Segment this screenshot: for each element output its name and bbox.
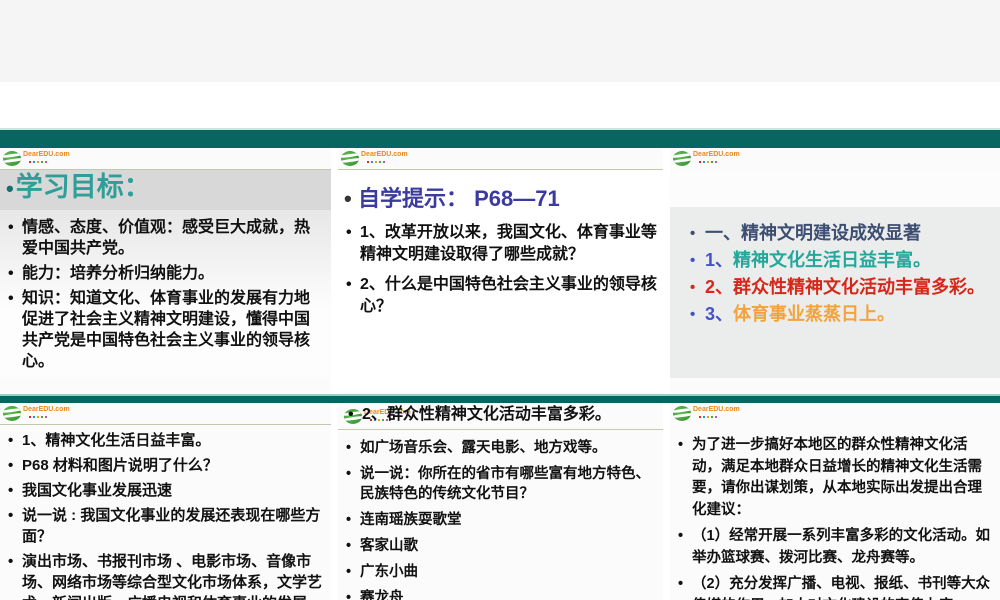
- slide5-bullet: 赛龙舟: [344, 588, 659, 600]
- logo-color-dots-icon: [367, 161, 369, 163]
- column-gap: [331, 403, 338, 600]
- slide-row-1: DearEDU.com 学习目标： 情感、态度、价值观：感受巨大成就，热爱中国共…: [0, 148, 1000, 394]
- slide1-bullet: 情感、态度、价值观：感受巨大成就，热爱中国共产党。: [6, 217, 325, 259]
- dearedu-logo: DearEDU.com: [0, 403, 331, 425]
- dearedu-logo-text: DearEDU.com: [693, 151, 740, 158]
- slide5-bullet: 如广场音乐会、露天电影、地方戏等。: [344, 438, 659, 458]
- top-gray-band: [0, 0, 1000, 82]
- slide3-outline-line: 3、体育事业蒸蒸日上。: [690, 301, 996, 328]
- slide5-bullet: 说一说：你所在的省市有哪些富有地方特色、民族特色的传统文化节目？: [344, 464, 659, 504]
- slide-thumbnail-6[interactable]: DearEDU.com 为了进一步搞好本地区的群众性精神文化活动，满足本地群众日…: [670, 403, 1000, 600]
- logo-color-dots-icon: [699, 416, 701, 418]
- dearedu-globe-icon: [673, 151, 691, 166]
- logo-color-dots-icon: [29, 161, 31, 163]
- slide-thumbnail-4[interactable]: DearEDU.com 1、精神文化生活日益丰富。 P68 材料和图片说明了什么…: [0, 403, 331, 600]
- slide6-bullet: （2）充分发挥广播、电视、报纸、书刊等大众传媒的作用，加大对文化建设的宣传力度。: [676, 574, 996, 600]
- slide2-bullet: 1、改革开放以来，我国文化、体育事业等精神文明建设取得了哪些成就？: [344, 222, 659, 266]
- dearedu-logo: DearEDU.com: [670, 403, 1000, 425]
- dearedu-logo-text: DearEDU.com: [23, 151, 70, 158]
- top-white-band: [0, 82, 1000, 128]
- column-gap: [663, 403, 670, 600]
- slide6-body: 为了进一步搞好本地区的群众性精神文化活动，满足本地群众日益增长的精神文化生活需要…: [670, 425, 1000, 600]
- slide4-bullet: 演出市场、书报刊市场 、电影市场、音像市场、网络市场等综合型文化市场体系，文学艺…: [6, 551, 325, 600]
- slide5-bullet: 广东小曲: [344, 562, 659, 582]
- slide5-bullet: 连南瑶族耍歌堂: [344, 510, 659, 530]
- slide-thumbnail-1[interactable]: DearEDU.com 学习目标： 情感、态度、价值观：感受巨大成就，热爱中国共…: [0, 148, 331, 394]
- column-gap: [331, 148, 338, 394]
- slide-thumbnail-5[interactable]: DearEDU.com 2、群众性精神文化活动丰富多彩。 如广场音乐会、露天电影…: [338, 403, 663, 600]
- dearedu-logo: DearEDU.com: [338, 148, 663, 170]
- column-gap: [663, 148, 670, 394]
- slide2-bullet: 2、什么是中国特色社会主义事业的领导核心？: [344, 274, 659, 318]
- dearedu-logo: DearEDU.com: [670, 148, 1000, 170]
- slide1-body: 情感、态度、价值观：感受巨大成就，热爱中国共产党。 能力：培养分析归纳能力。 知…: [0, 210, 331, 377]
- slide-thumbnail-3[interactable]: DearEDU.com 一、精神文明建设成效显著 1、精神文化生活日益丰富。 2…: [670, 148, 1000, 394]
- slide2-title: 自学提示： P68—71: [344, 186, 659, 212]
- slide2-body: 自学提示： P68—71 1、改革开放以来，我国文化、体育事业等精神文明建设取得…: [338, 170, 663, 393]
- slide6-bullet: （1）经常开展一系列丰富多彩的文化活动。如举办篮球赛、拨河比赛、龙舟赛等。: [676, 526, 996, 569]
- dearedu-logo-text: DearEDU.com: [23, 406, 70, 413]
- dearedu-globe-icon: [341, 151, 359, 166]
- dearedu-globe-icon: [673, 406, 691, 421]
- slide4-bullet: 我国文化事业发展迅速: [6, 480, 325, 501]
- slide3-outline-box: 一、精神文明建设成效显著 1、精神文化生活日益丰富。 2、群众性精神文化活动丰富…: [670, 207, 1000, 378]
- slide3-outline-line: 1、精神文化生活日益丰富。: [690, 247, 996, 274]
- dearedu-logo-text: DearEDU.com: [361, 151, 408, 158]
- slide1-bullet: 能力：培养分析归纳能力。: [6, 263, 325, 284]
- slide4-body: 1、精神文化生活日益丰富。 P68 材料和图片说明了什么？ 我国文化事业发展迅速…: [0, 425, 331, 600]
- slide-thumbnail-2[interactable]: DearEDU.com 自学提示： P68—71 1、改革开放以来，我国文化、体…: [338, 148, 663, 394]
- slide3-outline-line: 一、精神文明建设成效显著: [690, 220, 996, 247]
- slide1-bullet: 知识：知道文化、体育事业的发展有力地促进了社会主义精神文明建设，懂得中国共产党是…: [6, 288, 325, 372]
- slide3-white-space: [670, 170, 1000, 207]
- slide4-bullet: 说一说 : 我国文化事业的发展还表现在哪些方面？: [6, 505, 325, 547]
- dearedu-logo: DearEDU.com: [0, 148, 331, 170]
- dearedu-globe-icon: [3, 151, 21, 166]
- slide4-bullet: P68 材料和图片说明了什么？: [6, 455, 325, 476]
- slide6-bullet: 为了进一步搞好本地区的群众性精神文化活动，满足本地群众日益增长的精神文化生活需要…: [676, 435, 996, 521]
- slide5-body: 如广场音乐会、露天电影、地方戏等。 说一说：你所在的省市有哪些富有地方特色、民族…: [338, 430, 663, 600]
- dearedu-logo-text: DearEDU.com: [693, 406, 740, 413]
- slide5-bullet: 客家山歌: [344, 536, 659, 556]
- dearedu-globe-icon: [3, 406, 21, 421]
- logo-color-dots-icon: [699, 161, 701, 163]
- slide4-bullet: 1、精神文化生活日益丰富。: [6, 430, 325, 451]
- slide-row-2: DearEDU.com 1、精神文化生活日益丰富。 P68 材料和图片说明了什么…: [0, 403, 1000, 600]
- teal-divider-bar-top: [0, 128, 1000, 148]
- slide5-heading: 2、群众性精神文化活动丰富多彩。: [338, 403, 663, 430]
- slide1-title: 学习目标：: [0, 170, 331, 210]
- slide3-outline-line: 2、群众性精神文化活动丰富多彩。: [690, 274, 996, 301]
- teal-divider-bar-middle: [0, 394, 1000, 403]
- logo-color-dots-icon: [29, 416, 31, 418]
